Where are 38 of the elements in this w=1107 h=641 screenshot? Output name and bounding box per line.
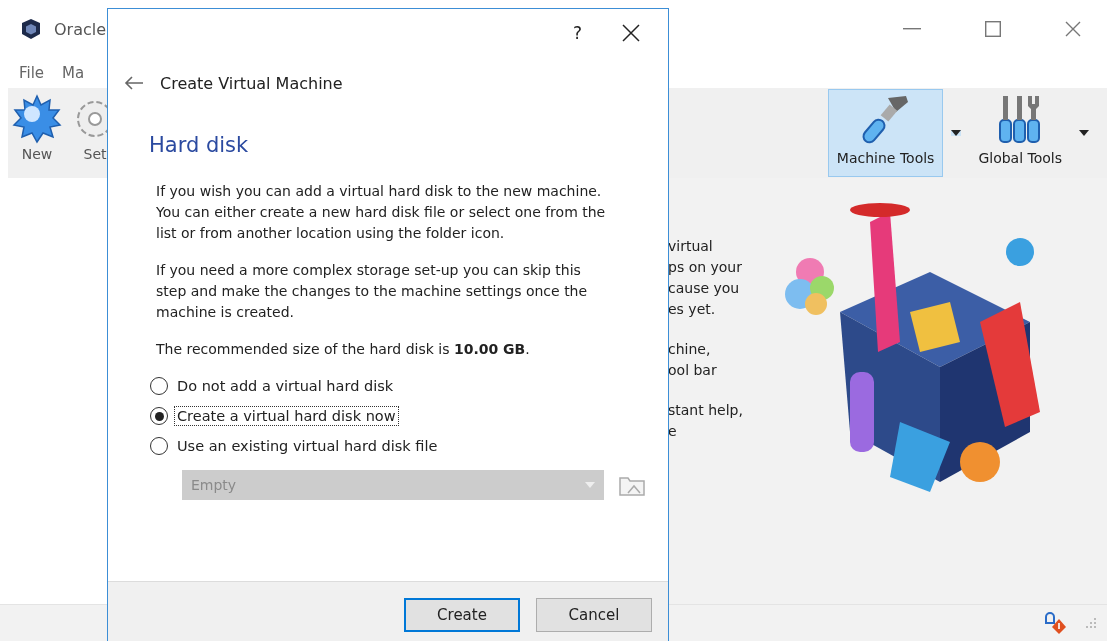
dialog-title: Create Virtual Machine [160, 73, 343, 93]
page-heading: Hard disk [149, 133, 250, 157]
dialog-button[interactable]: Cancel [536, 598, 652, 632]
close-icon[interactable] [622, 24, 640, 42]
radio-button[interactable] [150, 407, 168, 425]
dialog-button[interactable]: Create [404, 598, 520, 632]
toolbar-button[interactable]: New [10, 88, 64, 178]
welcome-text: ool bar [668, 361, 718, 380]
welcome-text: e [668, 422, 678, 441]
minimize-icon[interactable] [903, 28, 921, 30]
window-title: Oracle [54, 19, 107, 39]
starburst-icon [12, 94, 62, 144]
tools-button[interactable]: Global Tools [969, 89, 1071, 177]
cube-logo-icon [20, 18, 42, 40]
menu-item[interactable]: Ma [62, 64, 85, 82]
maximize-icon[interactable] [985, 21, 1001, 37]
radio-button[interactable] [150, 437, 168, 455]
radio-button[interactable] [150, 377, 168, 395]
dropdown-caret-icon[interactable] [951, 130, 962, 136]
welcome-text: virtual [668, 237, 714, 256]
welcome-text: cause you [668, 279, 741, 298]
welcome-text: ps on your [668, 258, 743, 277]
resize-grip-icon[interactable] [1085, 617, 1097, 629]
menu-item[interactable]: File [19, 64, 45, 82]
tools-button[interactable]: Machine Tools [827, 89, 944, 177]
description-text: If you need a more complex storage set-up you can skip this step and make the changes to the machine settings once the machine is created. [156, 261, 589, 322]
description-text: If you wish you can add a virtual hard disk to the new machine. You can either create a new hard disk file or select one from the list or from another location using the folder icon. [156, 182, 606, 243]
radio-label[interactable]: Create a virtual hard disk now [174, 406, 399, 426]
radio-label[interactable]: Do not add a virtual hard disk [174, 376, 397, 396]
welcome-text: stant help, [668, 401, 744, 420]
dropdown-caret-icon[interactable] [1079, 130, 1089, 136]
welcome-text: es yet. [668, 300, 717, 319]
back-arrow-icon[interactable] [124, 76, 144, 90]
radio-label[interactable]: Use an existing virtual hard disk file [174, 436, 441, 456]
warning-icon[interactable] [1043, 611, 1067, 635]
description-text: The recommended size of the hard disk is 10.00 GB. [156, 340, 531, 359]
help-button[interactable]: ? [566, 21, 588, 45]
welcome-text: chine, [668, 340, 712, 359]
